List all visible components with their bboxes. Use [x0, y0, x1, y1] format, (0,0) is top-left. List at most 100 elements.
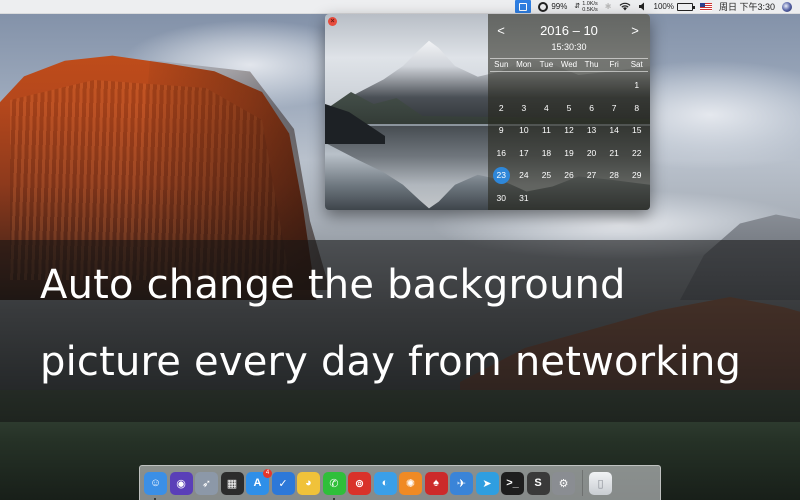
calendar-day[interactable]: 17	[513, 142, 536, 165]
dock-app-sublime-text[interactable]: S	[526, 471, 550, 495]
volume-icon[interactable]	[638, 0, 647, 14]
calendar-day-number: 14	[609, 125, 619, 135]
calendar-day[interactable]: 24	[513, 164, 536, 187]
calendar-day-empty	[535, 187, 558, 210]
calendar-day[interactable]: 27	[580, 164, 603, 187]
dock-app-netease-music[interactable]: ⊚	[348, 471, 371, 495]
calendar-day[interactable]: 3	[513, 97, 536, 120]
dock-app-security[interactable]: ✓	[271, 471, 295, 495]
dock-app-card-game[interactable]: ♠	[424, 471, 448, 495]
mission-control-icon: ▦	[226, 477, 238, 490]
calendar-day[interactable]: 12	[558, 119, 581, 142]
calendar-day-number: 29	[631, 170, 642, 180]
calendar-day[interactable]: 4	[535, 97, 558, 120]
bluetooth-icon[interactable]: ✱	[605, 0, 612, 14]
wifi-icon[interactable]	[619, 0, 631, 14]
banner-line-2: picture every day from networking	[40, 339, 742, 385]
dock-app-finder[interactable]: ☺	[144, 471, 167, 500]
battery-status-item[interactable]: 99%	[538, 0, 567, 14]
calendar-day[interactable]: 19	[558, 142, 581, 165]
terminal-icon: >_	[506, 477, 519, 489]
dock-app-trash[interactable]: ▯	[589, 471, 612, 495]
calendar-day[interactable]: 8	[625, 97, 648, 120]
calendar-day[interactable]: 29	[625, 164, 648, 187]
calendar-day[interactable]: 30	[490, 187, 513, 210]
next-month-button[interactable]: >	[628, 22, 642, 40]
calendar-day[interactable]: 5	[558, 97, 581, 120]
calendar-day[interactable]: 25	[535, 164, 558, 187]
calendar-day[interactable]: 15	[625, 119, 648, 142]
calendar-day-number: 8	[634, 102, 640, 113]
calendar-day-number: 18	[541, 147, 552, 158]
dock-app-qq-browser[interactable]: ◐	[373, 471, 397, 495]
calendar-day-empty	[625, 187, 648, 210]
calendar-day[interactable]: 10	[513, 119, 536, 142]
calendar-day-grid: 1 2 3 4 5 6 7 8 9 10 11 12 13 14 15 16 17 18 19 20 21 22 23 24 2…	[490, 74, 648, 209]
calendar-day[interactable]: 6	[580, 97, 603, 120]
calendar-day[interactable]: 28	[603, 164, 626, 187]
calendar-day[interactable]: 14	[603, 119, 626, 142]
weekday-label: Thu	[584, 60, 599, 69]
calendar-day[interactable]: 18	[535, 142, 558, 165]
calendar-day[interactable]: 11	[535, 119, 558, 142]
menubar-clock[interactable]: 周日 下午3:30	[719, 0, 775, 14]
calendar-day-empty	[490, 74, 513, 97]
weekday-header-row: Sun Mon Tue Wed Thu Fri Sat	[490, 58, 648, 72]
transfer-arrows-icon: ⇵	[574, 3, 581, 10]
calendar-day[interactable]: 7	[603, 97, 626, 120]
running-indicator	[154, 497, 156, 500]
calendar-day[interactable]: 20	[580, 142, 603, 165]
current-time: 15:30:30	[551, 42, 587, 52]
close-button[interactable]: ×	[328, 17, 337, 26]
dock-app-terminal[interactable]: >_	[501, 471, 524, 495]
promo-banner: Auto change the background picture every…	[0, 240, 800, 422]
battery-item[interactable]: 100%	[653, 0, 695, 14]
dock-app-launchpad[interactable]: ➶	[195, 471, 218, 495]
calendar-day[interactable]: 9	[490, 119, 513, 142]
security-icon: ✓	[278, 477, 288, 490]
calendar-day[interactable]: 22	[625, 142, 648, 165]
calendar-day-number: 22	[631, 147, 642, 158]
uc-browser-icon: ✺	[405, 477, 416, 490]
calendar-header: < 2016 – 10 >	[488, 22, 650, 40]
calendar-day[interactable]: 26	[558, 164, 581, 187]
dock-app-app-store[interactable]: A4	[246, 468, 272, 495]
battery-percent: 100%	[653, 2, 674, 11]
dock-app-wechat[interactable]: ✆	[322, 471, 346, 500]
dock-app-mission-control[interactable]: ▦	[220, 471, 244, 495]
finder-icon: ☺	[149, 477, 162, 489]
telegram-icon: ➤	[482, 477, 492, 490]
calendar-day-number: 25	[541, 170, 552, 180]
calendar-day-number: 12	[564, 125, 574, 135]
calendar-day-number: 21	[609, 147, 619, 158]
calendar-day[interactable]: 13	[580, 119, 603, 142]
input-source-item[interactable]	[699, 0, 712, 14]
calendar-day[interactable]: 2	[490, 97, 513, 120]
dock-app-system-preferences[interactable]: ⚙	[552, 471, 575, 495]
calendar-day[interactable]: 21	[603, 142, 626, 165]
dock-app-xcode-bird[interactable]: ✈	[450, 471, 473, 495]
calendar-day[interactable]: 16	[490, 142, 513, 165]
calendar-popup: × < 2016 – 10 > 15:30:30 Sun Mon Tue Wed…	[325, 14, 650, 210]
weekday-label: Fri	[609, 60, 619, 69]
dock-app-siri[interactable]: ◉	[169, 471, 193, 495]
netease-music-icon: ⊚	[354, 477, 365, 490]
dock-app-telegram[interactable]: ➤	[475, 471, 499, 495]
calendar-day-number: 1	[634, 80, 640, 90]
user-avatar-item[interactable]	[782, 0, 792, 14]
calendar-app-icon[interactable]	[515, 0, 532, 13]
calendar-day-number: 24	[519, 170, 529, 180]
network-speed-item[interactable]: ⇵ 1.0K/s 0.5K/s	[574, 0, 597, 14]
dock-app-qq[interactable]: ◕	[297, 471, 320, 495]
calendar-day-empty	[580, 74, 603, 97]
user-avatar-icon	[782, 1, 792, 12]
calendar-day[interactable]: 1	[625, 74, 648, 97]
calendar-day-empty	[558, 187, 581, 210]
calendar-day-today[interactable]: 23	[490, 164, 513, 187]
dock-app-uc-browser[interactable]: ✺	[399, 471, 422, 495]
calendar-day-number: 9	[498, 125, 504, 135]
battery-percent-small: 99%	[551, 2, 568, 11]
calendar-day[interactable]: 31	[513, 187, 536, 210]
calendar-day-number: 3	[521, 102, 527, 113]
dock-separator	[581, 470, 583, 496]
